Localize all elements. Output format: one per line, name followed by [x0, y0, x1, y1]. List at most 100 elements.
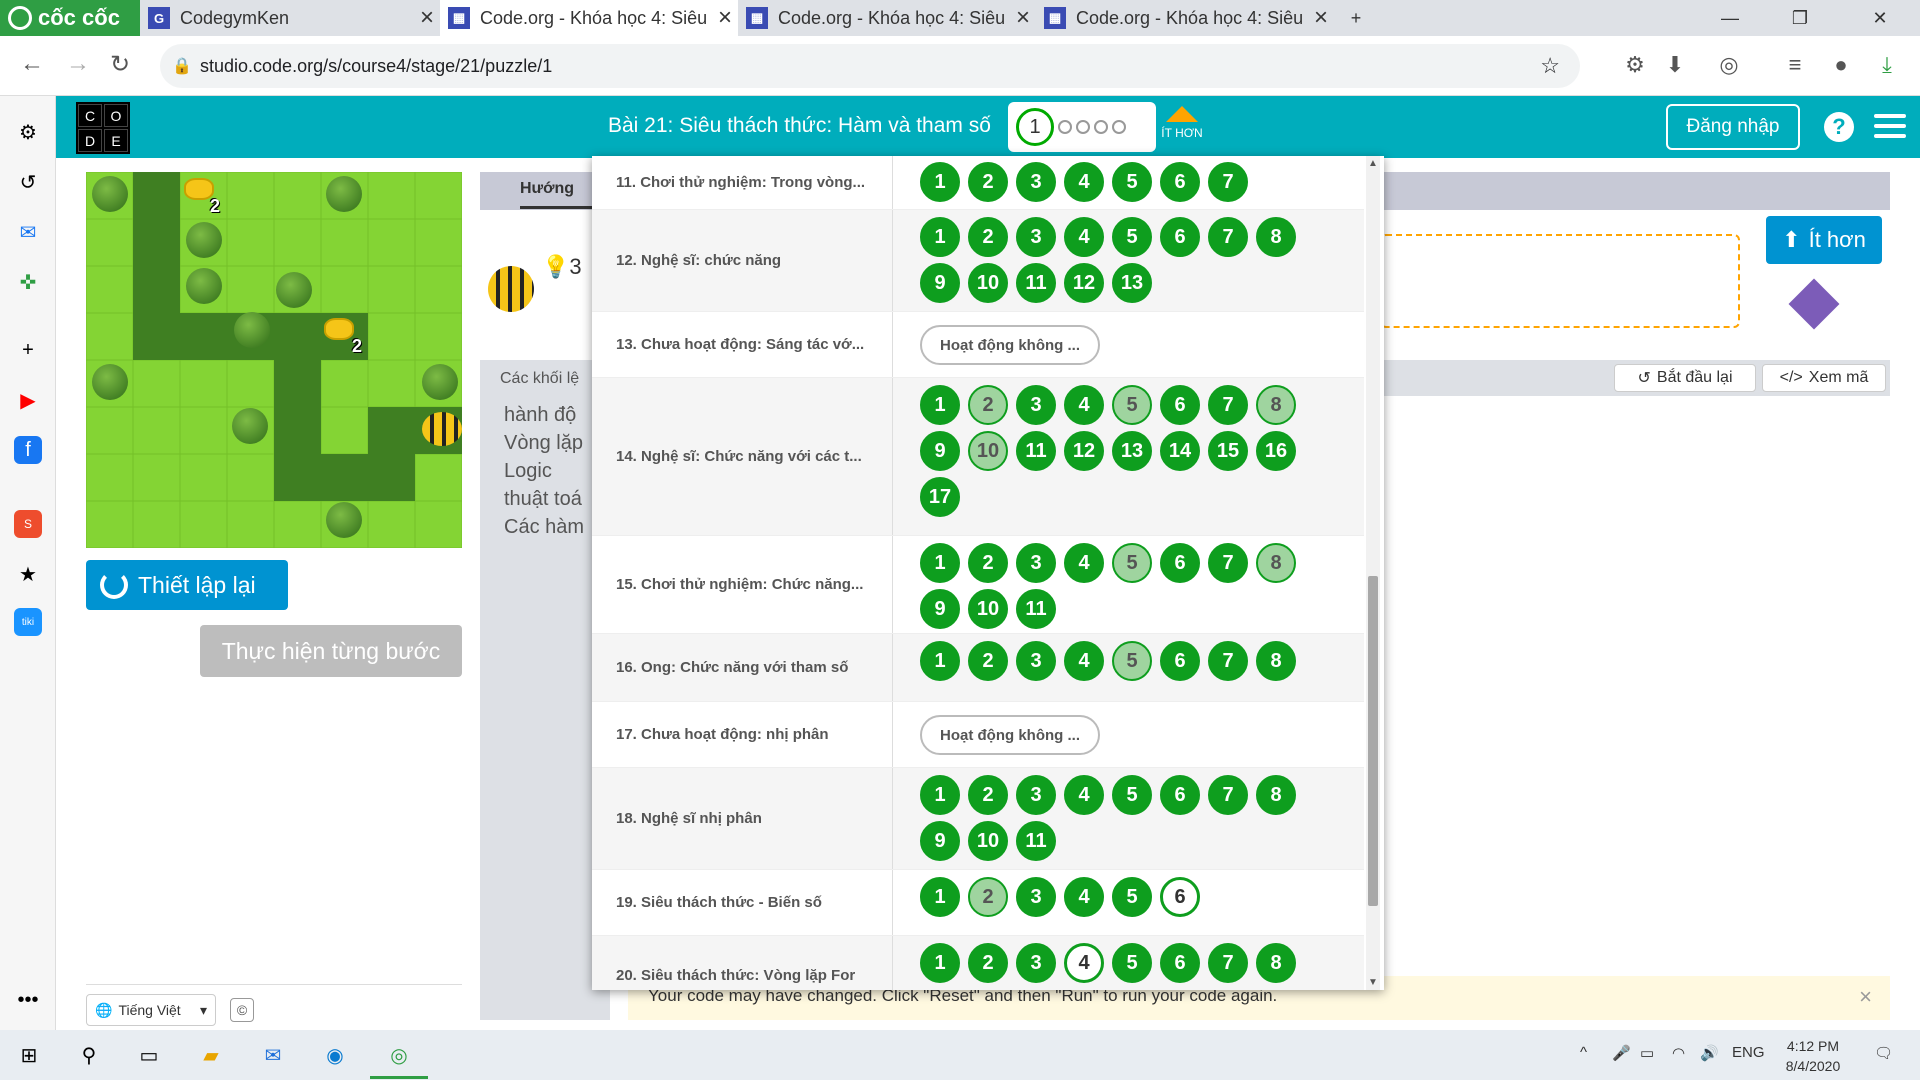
level-bubble[interactable]: 12 [1064, 263, 1104, 303]
level-bubble[interactable]: 11 [1016, 431, 1056, 471]
level-bubble[interactable]: 2 [968, 543, 1008, 583]
restart-button[interactable]: ↺ Bắt đầu lại [1614, 364, 1756, 392]
level-bubble[interactable]: 2 [968, 162, 1008, 202]
step-button[interactable]: Thực hiện từng bước [200, 625, 462, 677]
playlist-icon[interactable]: ≡ [1780, 50, 1810, 80]
level-bubble[interactable]: 15 [1208, 431, 1248, 471]
level-bubble[interactable]: 4 [1064, 877, 1104, 917]
tray-expand-icon[interactable]: ^ [1580, 1044, 1587, 1061]
level-bubble[interactable]: 13 [1112, 431, 1152, 471]
level-bubble[interactable]: 11 [1016, 263, 1056, 303]
copyright-button[interactable]: © [230, 998, 254, 1022]
level-bubble[interactable]: 8 [1256, 385, 1296, 425]
level-bubble[interactable]: 1 [920, 877, 960, 917]
browser-logo[interactable]: cốc cốc [0, 0, 140, 36]
coccoc-icon[interactable]: ◎ [1714, 50, 1744, 80]
level-bubble[interactable]: 16 [1256, 431, 1296, 471]
messenger-icon[interactable]: ✉ [14, 218, 42, 246]
level-bubble[interactable]: 1 [920, 385, 960, 425]
level-bubble[interactable]: 8 [1256, 217, 1296, 257]
level-bubble[interactable]: 6 [1160, 877, 1200, 917]
code-logo[interactable]: C O D E [76, 102, 130, 154]
level-bubble[interactable]: 3 [1016, 641, 1056, 681]
collapse-progress-button[interactable]: ÍT HƠN [1152, 106, 1212, 140]
star-icon[interactable]: ☆ [1540, 53, 1560, 79]
level-bubble[interactable]: 3 [1016, 877, 1056, 917]
level-bubble[interactable]: 4 [1064, 162, 1104, 202]
level-bubble[interactable]: 5 [1112, 641, 1152, 681]
level-bubble[interactable]: 1 [920, 641, 960, 681]
help-icon[interactable]: ? [1824, 112, 1854, 142]
level-bubble[interactable]: 8 [1256, 543, 1296, 583]
level-bubble[interactable]: 10 [968, 431, 1008, 471]
level-bubble[interactable]: 5 [1112, 943, 1152, 983]
level-bubble[interactable]: 6 [1160, 775, 1200, 815]
level-bubble[interactable]: 4 [1064, 641, 1104, 681]
download-icon[interactable]: ⬇ [1660, 50, 1690, 80]
volume-icon[interactable]: 🔊 [1700, 1044, 1719, 1062]
level-bubble[interactable]: 7 [1208, 217, 1248, 257]
search-icon[interactable]: ⚲ [74, 1040, 104, 1070]
edge-icon[interactable]: ◉ [320, 1040, 350, 1070]
toolbox-category[interactable]: thuật toá [504, 488, 582, 511]
unplugged-activity-pill[interactable]: Hoạt động không ... [920, 325, 1100, 365]
language-indicator[interactable]: ENG [1732, 1044, 1765, 1061]
level-bubble[interactable]: 3 [1016, 162, 1056, 202]
file-explorer-icon[interactable]: ▰ [196, 1040, 226, 1070]
level-bubble[interactable]: 3 [1016, 217, 1056, 257]
restore-icon[interactable]: ❐ [1760, 0, 1840, 36]
level-dot[interactable] [1094, 120, 1108, 134]
level-bubble[interactable]: 10 [968, 589, 1008, 629]
level-bubble[interactable]: 8 [1256, 943, 1296, 983]
level-bubble[interactable]: 5 [1112, 543, 1152, 583]
scrollbar-thumb[interactable] [1368, 576, 1378, 906]
tab-code-org-3[interactable]: ▦ Code.org - Khóa học 4: Siêu t × [1036, 0, 1334, 36]
level-bubble[interactable]: 4 [1064, 943, 1104, 983]
level-bubble[interactable]: 5 [1112, 162, 1152, 202]
level-bubble[interactable]: 5 [1112, 217, 1152, 257]
level-bubble[interactable]: 3 [1016, 385, 1056, 425]
level-bubble[interactable]: 1 [920, 775, 960, 815]
level-dot[interactable] [1112, 120, 1126, 134]
scroll-down-icon[interactable]: ▼ [1368, 977, 1378, 988]
microphone-icon[interactable]: 🎤 [1612, 1044, 1631, 1062]
level-bubble[interactable]: 2 [968, 775, 1008, 815]
instructions-tab[interactable]: Hướng [520, 180, 574, 198]
url-field[interactable]: 🔒 studio.code.org/s/course4/stage/21/puz… [160, 44, 1580, 88]
level-dot[interactable] [1058, 120, 1072, 134]
level-bubble[interactable]: 3 [1016, 943, 1056, 983]
settings-icon[interactable]: ⚙ [14, 118, 42, 146]
level-bubble[interactable]: 6 [1160, 217, 1200, 257]
level-bubble[interactable]: 11 [1016, 589, 1056, 629]
unplugged-activity-pill[interactable]: Hoạt động không ... [920, 715, 1100, 755]
level-bubble[interactable]: 4 [1064, 217, 1104, 257]
level-bubble[interactable]: 6 [1160, 543, 1200, 583]
notifications-icon[interactable]: 🗨 [1874, 1044, 1893, 1062]
tiki-icon[interactable]: tiki [14, 608, 42, 636]
forward-icon[interactable]: → [66, 50, 90, 78]
toolbox-category[interactable]: hành độ [504, 404, 576, 427]
lesson-title[interactable]: Bài 21: Siêu thách thức: Hàm và tham số [608, 114, 991, 138]
level-bubble[interactable]: 6 [1160, 943, 1200, 983]
level-bubble[interactable]: 9 [920, 589, 960, 629]
level-bubble[interactable]: 2 [968, 385, 1008, 425]
level-bubble[interactable]: 12 [1064, 431, 1104, 471]
hint-bulb-icon[interactable]: 💡3 [542, 254, 582, 280]
mail-icon[interactable]: ✉ [258, 1040, 288, 1070]
system-clock[interactable]: 4:12 PM 8/4/2020 [1768, 1036, 1858, 1076]
toolbox-category[interactable]: Vòng lặp [504, 432, 583, 455]
level-bubble[interactable]: 1 [920, 162, 960, 202]
tab-code-org-1[interactable]: ▦ Code.org - Khóa học 4: Siêu t × [440, 0, 738, 36]
scrollbar[interactable]: ▲ ▼ [1366, 156, 1380, 990]
level-bubble[interactable]: 5 [1112, 385, 1152, 425]
level-bubble[interactable]: 8 [1256, 641, 1296, 681]
history-icon[interactable]: ↺ [14, 168, 42, 196]
level-bubble[interactable]: 1 [920, 943, 960, 983]
signin-button[interactable]: Đăng nhập [1666, 104, 1800, 150]
level-bubble[interactable]: 6 [1160, 162, 1200, 202]
level-progress[interactable]: 1 [1008, 102, 1156, 152]
level-bubble[interactable]: 2 [968, 943, 1008, 983]
current-level-bubble[interactable]: 1 [1016, 108, 1054, 146]
level-bubble[interactable]: 10 [968, 263, 1008, 303]
level-bubble[interactable]: 3 [1016, 543, 1056, 583]
